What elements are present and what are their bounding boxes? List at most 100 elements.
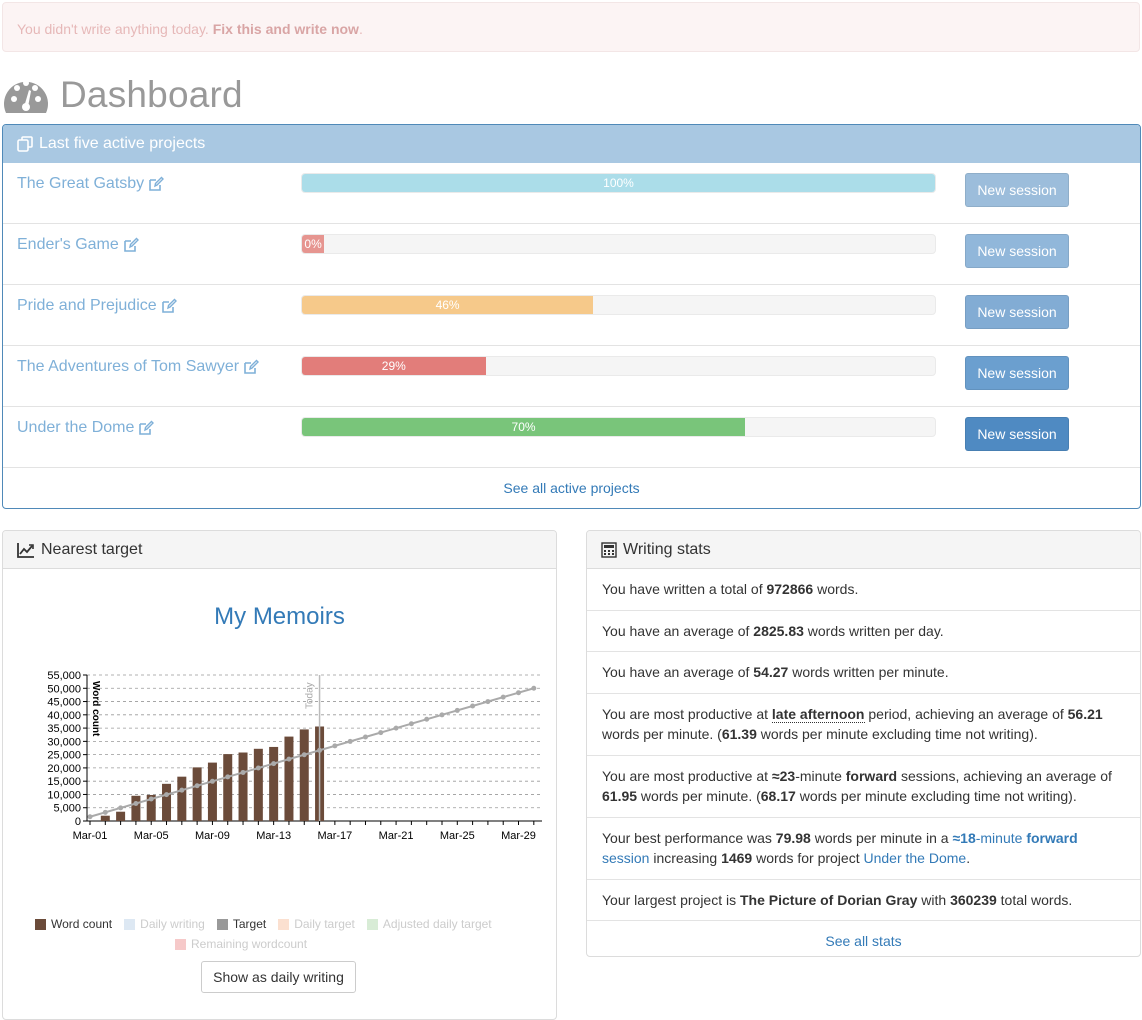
target-point	[271, 761, 277, 767]
x-tick-label: Mar-13	[256, 830, 291, 842]
y-tick-label: 55,000	[47, 670, 81, 682]
project-progress-fill: 70%	[302, 418, 746, 436]
writing-stats-panel: Writing stats You have written a total o…	[586, 530, 1141, 957]
stat-avg-per-day: You have an average of 2825.83 words wri…	[587, 611, 1140, 652]
edit-icon[interactable]	[123, 237, 139, 253]
page-title: Dashboard	[60, 74, 243, 115]
stat-avg-per-minute: You have an average of 54.27 words writt…	[587, 652, 1140, 694]
new-session-button[interactable]: New session	[965, 356, 1069, 390]
active-projects-panel: Last five active projects The Great Gats…	[2, 124, 1141, 509]
target-point	[470, 703, 476, 709]
target-point	[485, 699, 491, 705]
word-count-bar	[162, 783, 172, 821]
chart-legend: Word count Daily writing Target Daily targe…	[35, 914, 535, 954]
stat-productive-period: You are most productive at late afternoo…	[587, 694, 1140, 756]
y-tick-label: 45,000	[47, 697, 81, 709]
productive-period-value: late afternoon	[771, 705, 865, 723]
legend-label: Target	[232, 917, 267, 931]
y-tick-label: 30,000	[47, 736, 81, 748]
edit-icon[interactable]	[138, 420, 155, 436]
alert-suffix: .	[358, 21, 363, 37]
no-writing-alert: You didn't write anything today. Fix thi…	[2, 2, 1140, 52]
session-avg-value: 61.95	[602, 788, 638, 804]
best-project-link[interactable]: Under the Dome	[863, 850, 966, 866]
legend-item[interactable]: Daily target	[278, 914, 355, 934]
edit-icon[interactable]	[243, 359, 260, 375]
target-point	[378, 730, 384, 736]
target-point	[87, 814, 93, 820]
project-name-link[interactable]: Under the Dome	[17, 419, 155, 437]
target-point	[194, 783, 200, 789]
see-all-stats-link[interactable]: See all stats	[587, 921, 1140, 956]
target-point	[164, 792, 170, 798]
project-progress-bar: 0%	[301, 234, 936, 254]
new-session-button[interactable]: New session	[965, 173, 1069, 207]
project-row: The Adventures of Tom Sawyer 29% New sessi…	[3, 346, 1140, 407]
y-tick-label: 25,000	[47, 750, 81, 762]
active-projects-header: Last five active projects	[3, 125, 1140, 163]
nearest-target-panel: Nearest target My Memoirs 0 5,000 10,000 15…	[2, 530, 557, 1020]
active-projects-title: Last five active projects	[39, 135, 206, 152]
target-point	[317, 747, 323, 753]
new-session-button[interactable]: New session	[965, 417, 1069, 451]
target-point	[102, 809, 108, 815]
best-words-value: 1469	[721, 850, 753, 866]
writing-stats-header: Writing stats	[587, 531, 1140, 569]
project-progress-bar: 100%	[301, 173, 936, 193]
project-name-link[interactable]: The Adventures of Tom Sawyer	[17, 358, 260, 376]
legend-swatch	[278, 918, 290, 930]
word-count-bar	[223, 754, 233, 821]
project-name-link[interactable]: The Great Gatsby	[17, 175, 165, 193]
largest-project-value: The Picture of Dorian Gray	[740, 891, 918, 908]
project-name-link[interactable]: Pride and Prejudice	[17, 297, 177, 315]
target-point	[362, 734, 368, 740]
new-session-button[interactable]: New session	[965, 234, 1069, 268]
edit-icon[interactable]	[148, 176, 165, 192]
word-count-bar	[116, 811, 126, 821]
project-progress-bar: 29%	[301, 356, 936, 376]
legend-item[interactable]: Word count	[35, 914, 112, 934]
legend-item[interactable]: Target	[216, 914, 267, 934]
legend-item[interactable]: Remaining wordcount	[175, 934, 307, 954]
word-count-bar	[284, 736, 294, 821]
target-point	[332, 743, 338, 749]
target-point	[439, 712, 445, 718]
target-point	[531, 685, 537, 691]
y-axis-label: Word count	[90, 681, 101, 737]
y-tick-label: 5,000	[53, 803, 81, 815]
target-point	[408, 721, 414, 727]
fix-write-link[interactable]: Fix this and write now	[213, 21, 359, 37]
session-type-value: forward	[845, 767, 898, 784]
edit-icon[interactable]	[161, 298, 177, 314]
project-name: Under the Dome	[17, 419, 135, 436]
x-tick-label: Mar-21	[379, 830, 414, 842]
legend-label: Word count	[51, 917, 113, 931]
total-words-value: 972866	[766, 581, 814, 597]
new-session-button[interactable]: New session	[965, 295, 1069, 329]
y-tick-label: 20,000	[47, 763, 81, 775]
target-point	[133, 800, 139, 806]
x-tick-label: Mar-25	[440, 830, 475, 842]
target-point	[179, 787, 185, 793]
see-all-projects-link[interactable]: See all active projects	[3, 468, 1140, 508]
project-name-link[interactable]: Ender's Game	[17, 236, 139, 254]
period-avg-value: 56.21	[1067, 705, 1103, 722]
target-point	[347, 738, 353, 744]
legend-item[interactable]: Daily writing	[124, 914, 205, 934]
project-name: Pride and Prejudice	[17, 297, 157, 314]
largest-words-value: 360239	[950, 891, 997, 908]
nearest-target-header: Nearest target	[3, 531, 556, 569]
target-point	[118, 805, 124, 811]
project-progress-fill: 0%	[302, 235, 325, 253]
legend-item[interactable]: Adjusted daily target	[366, 914, 492, 934]
project-progress-bar: 70%	[301, 417, 936, 437]
target-point	[301, 752, 307, 758]
legend-swatch	[366, 918, 378, 930]
show-daily-writing-button[interactable]: Show as daily writing	[201, 961, 356, 993]
calculator-icon	[601, 541, 617, 558]
x-tick-label: Mar-05	[134, 830, 169, 842]
line-chart-icon	[17, 542, 34, 558]
legend-label: Daily target	[294, 917, 355, 931]
best-session-link[interactable]: ≈18-minute forward session	[602, 830, 1078, 867]
chart-title[interactable]: My Memoirs	[3, 603, 556, 631]
